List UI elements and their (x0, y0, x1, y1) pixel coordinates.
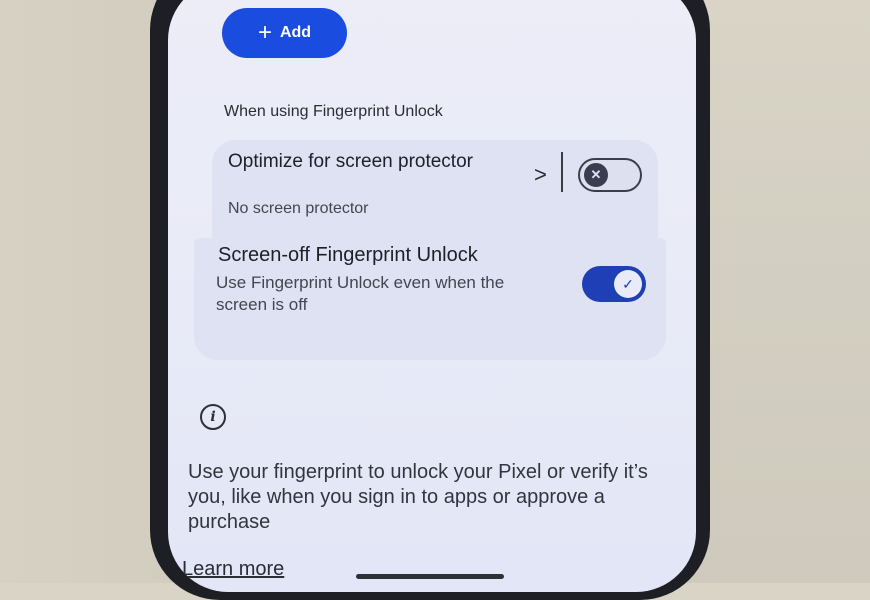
screen-protector-title: Optimize for screen protector (228, 151, 473, 172)
desk-background (0, 0, 170, 583)
home-indicator[interactable] (356, 574, 504, 579)
add-fingerprint-button[interactable]: + Add (222, 8, 347, 58)
close-icon: ✕ (584, 163, 608, 187)
info-description: Use your fingerprint to unlock your Pixe… (188, 461, 648, 533)
learn-more-link[interactable]: Learn more (182, 558, 284, 581)
section-label: When using Fingerprint Unlock (224, 103, 443, 120)
screen-protector-setting[interactable]: Optimize for screen protector No screen … (212, 140, 658, 246)
screen-protector-subtitle: No screen protector (228, 200, 369, 217)
check-icon: ✓ (614, 270, 642, 298)
screen-off-title: Screen-off Fingerprint Unlock (218, 244, 478, 266)
plus-icon: + (257, 19, 272, 46)
divider (561, 152, 563, 192)
info-icon: i (200, 404, 226, 430)
phone-screen: + Add When using Fingerprint Unlock Opti… (168, 0, 696, 592)
chevron-right-icon[interactable]: > (534, 162, 547, 188)
screen-protector-toggle[interactable]: ✕ (578, 158, 642, 192)
screen-off-subtitle: Use Fingerprint Unlock even when the scr… (216, 273, 505, 314)
screen-off-unlock-setting[interactable]: Screen-off Fingerprint Unlock Use Finger… (194, 238, 666, 360)
add-button-label: Add (279, 24, 312, 41)
screen-off-toggle[interactable]: ✓ (582, 266, 646, 302)
